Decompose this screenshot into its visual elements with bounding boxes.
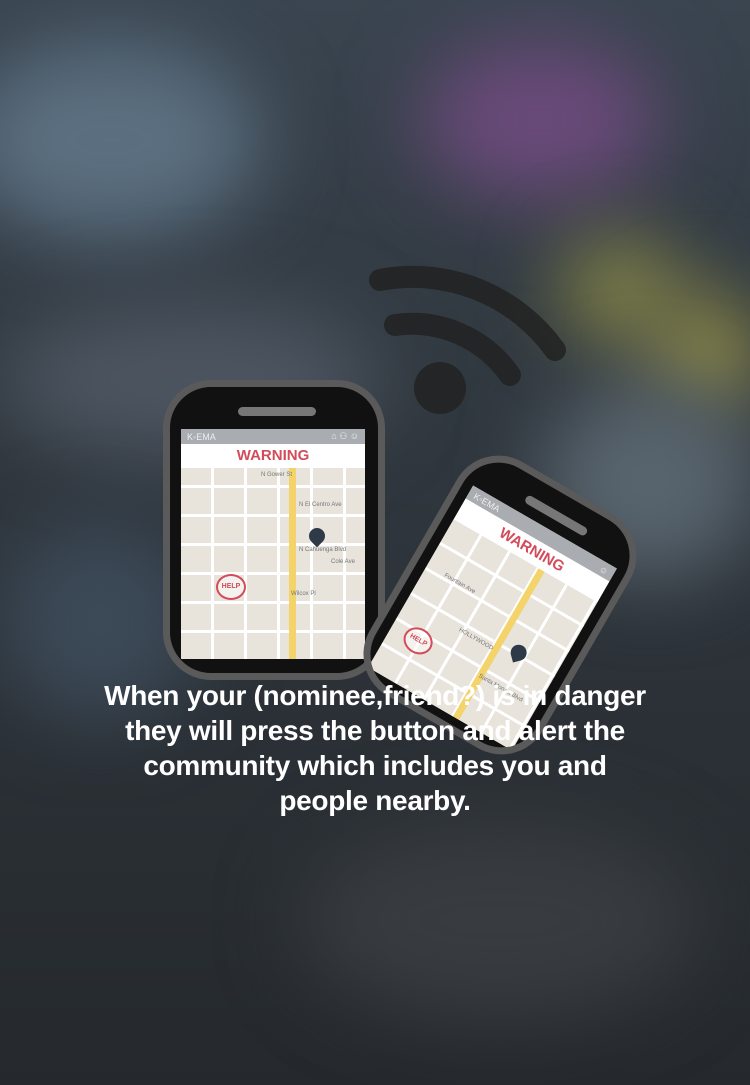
phone-speaker [238,407,316,416]
map-pin-icon[interactable] [305,524,329,548]
help-bubble[interactable]: HELP [216,574,246,600]
phone-front: K◦EMA ⌂ ⚇ ☺ WARNING N Gower St N El Cent… [163,380,385,680]
map-pin-icon[interactable] [508,642,529,663]
app-bar: K◦EMA ⌂ ⚇ ☺ [181,429,365,444]
map-label: N El Centro Ave [299,502,342,508]
map-label: N Cahuenga Blvd [299,547,347,553]
caption-line: community which includes you and [143,750,607,781]
map-view[interactable]: N Gower St N El Centro Ave N Cahuenga Bl… [181,468,365,659]
caption-line: When your (nominee,friend?) is in danger [104,680,646,711]
help-bubble[interactable]: HELP [398,622,438,660]
phone-screen: K◦EMA ⌂ ⚇ ☺ WARNING N Gower St N El Cent… [181,429,365,659]
map-label: Cole Ave [331,559,355,565]
map-label: Fountain Ave [442,572,477,596]
map-label: N Gower St [261,472,293,478]
map-label: Wilcox Pl [291,591,316,597]
map-label: HOLLYWOOD [457,627,494,652]
wifi-signal-icon [369,265,566,414]
user-icon[interactable]: ☺ [597,563,610,576]
santa-monica-blvd [289,468,296,659]
onboarding-caption: When your (nominee,friend?) is in danger… [40,678,710,818]
community-icon[interactable]: ⚇ [339,431,347,441]
warning-title: WARNING [181,444,365,468]
app-logo: K◦EMA [187,431,216,442]
home-icon[interactable]: ⌂ [331,431,336,441]
caption-line: they will press the button and alert the [125,715,625,746]
caption-line: people nearby. [279,785,471,816]
user-icon[interactable]: ☺ [350,431,359,441]
